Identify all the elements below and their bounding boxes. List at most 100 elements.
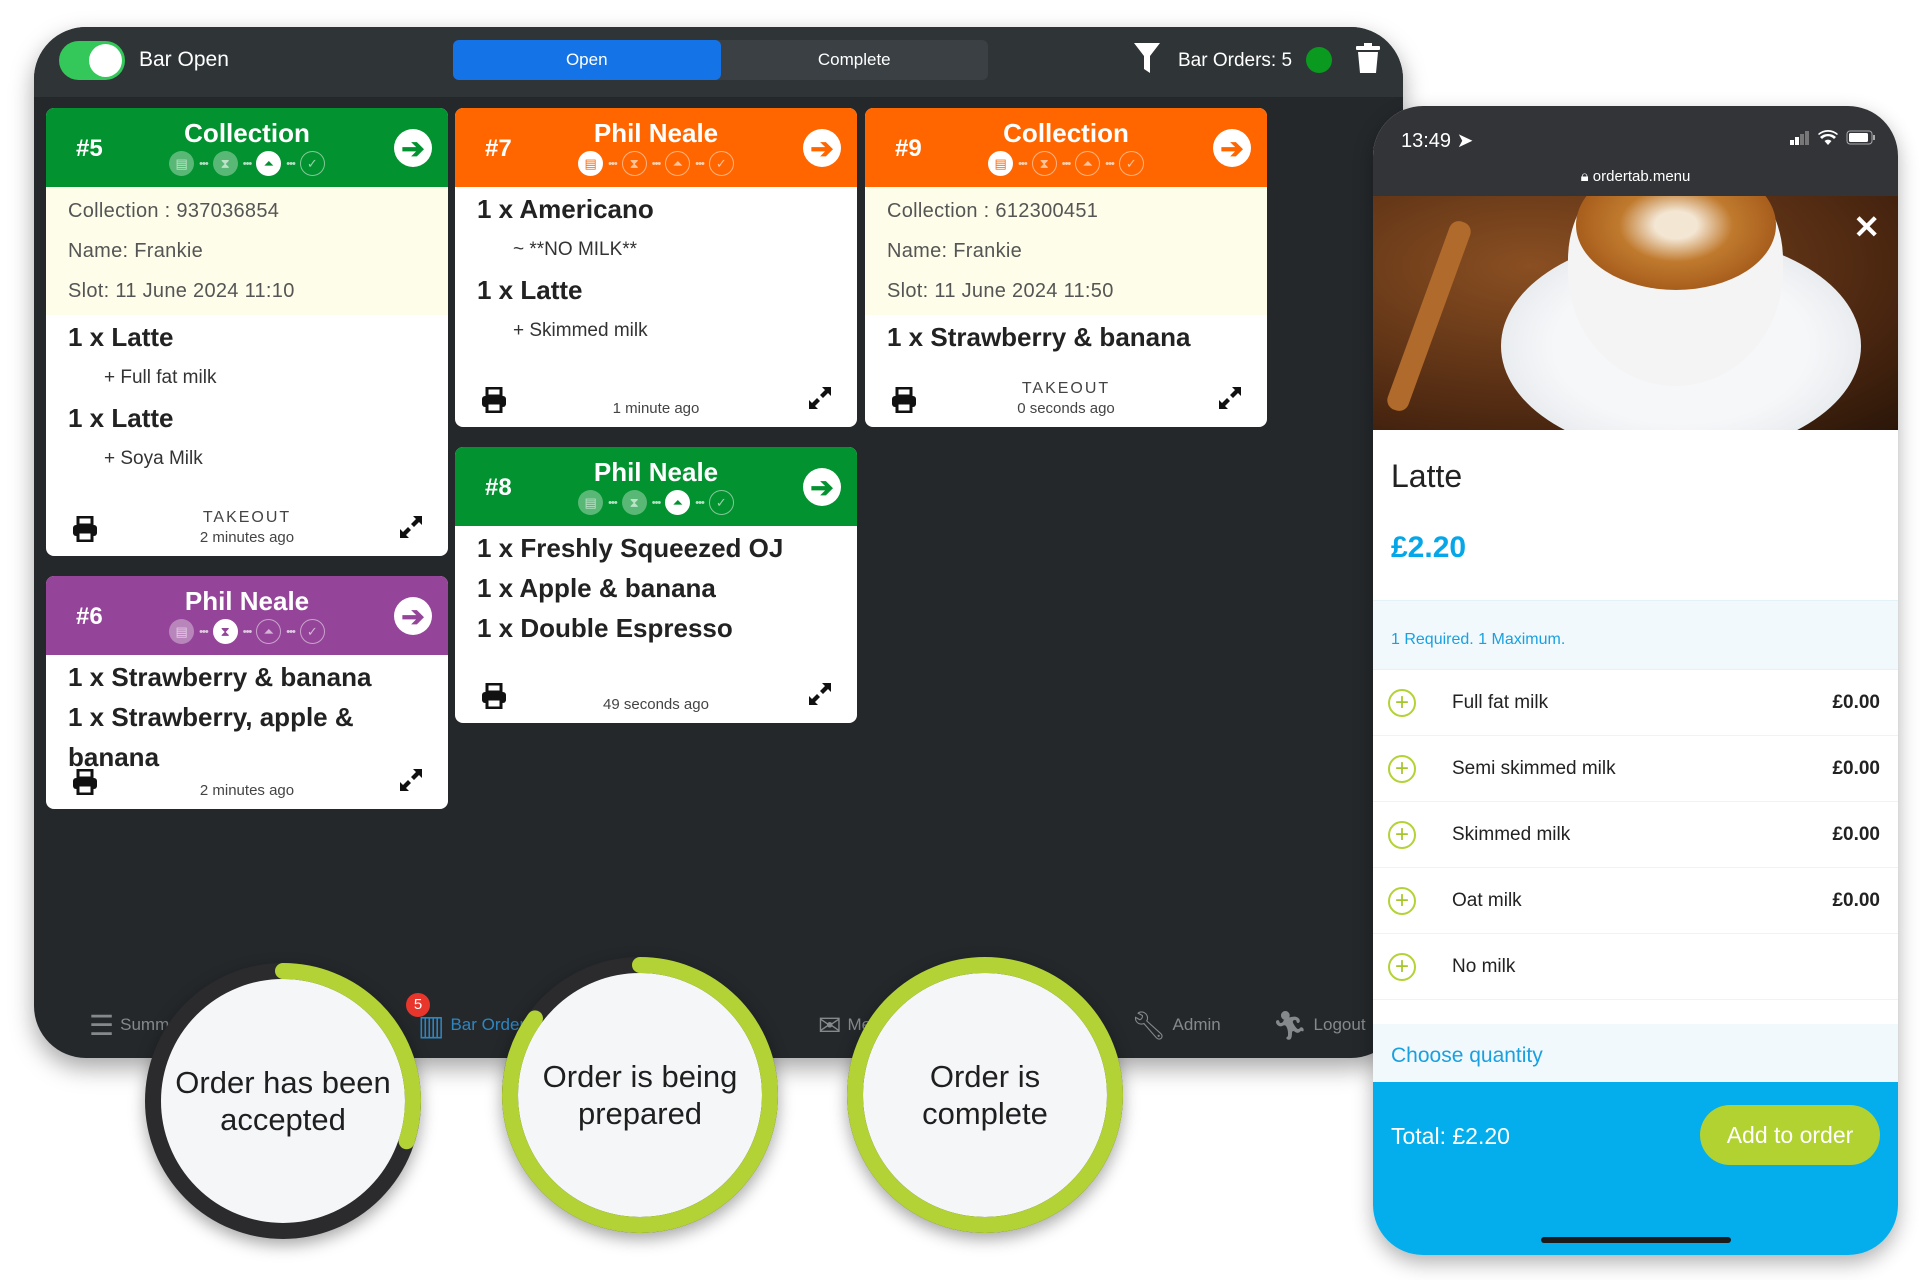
- option-price: £0.00: [1832, 691, 1880, 713]
- progress-steps: ▤ ••• ⧗ ••• ⏶ ••• ✓: [455, 490, 857, 515]
- order-items: 1 x Latte + Full fat milk 1 x Latte + Soya …: [46, 315, 448, 481]
- item-modifier: + Soya Milk: [104, 448, 203, 469]
- url-bar[interactable]: 🔒︎ ordertab.menu: [1373, 168, 1898, 185]
- plus-circle-icon[interactable]: +: [1388, 952, 1416, 981]
- check-icon: ✓: [708, 490, 734, 515]
- option-row[interactable]: + No milk: [1373, 934, 1898, 1000]
- battery-icon: [1846, 130, 1875, 145]
- product-title: Latte: [1391, 458, 1463, 494]
- status-icons: [1790, 130, 1876, 145]
- trash-icon[interactable]: [1356, 43, 1380, 73]
- collection-info: Collection : 937036854 Name: Frankie Slot:…: [46, 187, 448, 315]
- plus-circle-icon[interactable]: +: [1388, 688, 1416, 717]
- spoon-shape: [1384, 218, 1474, 414]
- info-line: Name: Frankie: [887, 240, 1023, 262]
- expand-icon[interactable]: [1217, 385, 1243, 411]
- info-line: Collection : 612300451: [887, 200, 1099, 222]
- nav-label: Admin: [1172, 1015, 1221, 1034]
- dots-separator: •••: [286, 157, 296, 170]
- choose-quantity-label: Choose quantity: [1373, 1024, 1898, 1082]
- progress-steps: ▤ ••• ⧗ ••• ⏶ ••• ✓: [865, 151, 1267, 176]
- option-requirement: 1 Required. 1 Maximum.: [1373, 600, 1898, 670]
- status-text: Order is complete: [922, 1059, 1048, 1131]
- order-items: 1 x Strawberry & banana: [865, 315, 1267, 359]
- check-icon: ✓: [1118, 151, 1144, 176]
- time-text: 13:49: [1401, 130, 1452, 152]
- tab-complete[interactable]: Complete: [721, 40, 989, 80]
- status-circle: Order is complete: [840, 950, 1130, 1240]
- close-icon[interactable]: ✕: [1853, 208, 1880, 246]
- bar-open-toggle[interactable]: [59, 41, 125, 80]
- nav-item-logout[interactable]: 🏃︎ Logout: [1272, 1005, 1366, 1045]
- dots-separator: •••: [1018, 157, 1028, 170]
- option-row[interactable]: + Semi skimmed milk £0.00: [1373, 736, 1898, 802]
- option-row[interactable]: + Full fat milk £0.00: [1373, 670, 1898, 736]
- url-text: ordertab.menu: [1592, 168, 1691, 185]
- receipt-icon: ▤: [169, 151, 195, 176]
- progress-steps: ▤ ••• ⧗ ••• ⏶ ••• ✓: [46, 151, 448, 176]
- dots-separator: •••: [1105, 157, 1115, 170]
- option-row[interactable]: + Oat milk £0.00: [1373, 868, 1898, 934]
- location-arrow-icon: ➤: [1456, 130, 1474, 152]
- info-line: Slot: 11 June 2024 11:50: [887, 280, 1114, 302]
- hourglass-icon: ⧗: [212, 619, 238, 644]
- top-bar: Bar Open Open Complete Bar Orders: 5: [34, 27, 1403, 97]
- receipt-icon: ▤: [169, 619, 195, 644]
- order-item: 1 x Strawberry & banana: [887, 322, 1191, 352]
- expand-icon[interactable]: [398, 514, 424, 540]
- arrow-right-icon[interactable]: ➔: [394, 129, 432, 167]
- order-title: Phil Neale: [184, 586, 310, 616]
- dots-separator: •••: [1061, 157, 1072, 170]
- order-type: TAKEOUT: [202, 509, 292, 526]
- card-footer: 49 seconds ago: [455, 663, 857, 723]
- running-person-icon: 🏃︎: [1272, 1009, 1308, 1041]
- bell-icon: ⏶: [665, 490, 691, 515]
- plus-circle-icon[interactable]: +: [1388, 886, 1416, 915]
- receipt-icon: ▤: [578, 490, 604, 515]
- option-price: £0.00: [1832, 757, 1880, 779]
- dots-separator: •••: [695, 157, 705, 170]
- arrow-right-icon[interactable]: ➔: [1213, 129, 1251, 167]
- expand-icon[interactable]: [807, 681, 833, 707]
- item-modifier: + Skimmed milk: [513, 320, 648, 341]
- info-line: Slot: 11 June 2024 11:10: [68, 280, 295, 302]
- arrow-right-icon[interactable]: ➔: [803, 129, 841, 167]
- check-icon: ✓: [299, 619, 325, 644]
- order-title: Collection: [1003, 118, 1129, 148]
- order-item: 1 x Strawberry & banana: [68, 662, 372, 692]
- bell-icon: ⏶: [665, 151, 691, 176]
- arrow-right-icon[interactable]: ➔: [394, 597, 432, 635]
- order-item: 1 x Double Espresso: [477, 613, 733, 643]
- expand-icon[interactable]: [807, 385, 833, 411]
- plus-circle-icon[interactable]: +: [1388, 820, 1416, 849]
- order-card: #5 Collection ▤ ••• ⧗ ••• ⏶ ••• ✓ ➔ Collection : 9…: [46, 108, 448, 556]
- hourglass-icon: ⧗: [621, 490, 647, 515]
- arrow-right-icon[interactable]: ➔: [803, 468, 841, 506]
- order-meta: 49 seconds ago: [455, 696, 857, 713]
- progress-steps: ▤ ••• ⧗ ••• ⏶ ••• ✓: [455, 151, 857, 176]
- option-name: Oat milk: [1452, 889, 1522, 911]
- order-time: 2 minutes ago: [199, 782, 295, 799]
- add-to-order-button[interactable]: Add to order: [1700, 1105, 1880, 1165]
- card-header: #5 Collection ▤ ••• ⧗ ••• ⏶ ••• ✓ ➔: [46, 108, 448, 187]
- tab-open[interactable]: Open: [453, 40, 721, 80]
- nav-item-admin[interactable]: 🔧︎ Admin: [1131, 1005, 1221, 1045]
- option-row[interactable]: + Skimmed milk £0.00: [1373, 802, 1898, 868]
- order-title: Collection: [184, 118, 310, 148]
- order-item: 1 x Latte: [477, 275, 583, 305]
- order-card: #6 Phil Neale ▤ ••• ⧗ ••• ⏶ ••• ✓ ➔ 1 x Strawberry…: [46, 576, 448, 809]
- dots-separator: •••: [608, 157, 618, 170]
- plus-circle-icon[interactable]: +: [1388, 754, 1416, 783]
- filter-icon[interactable]: [1134, 43, 1160, 73]
- order-items: 1 x Freshly Squeezed OJ 1 x Apple & banan…: [455, 526, 857, 650]
- info-line: Name: Frankie: [68, 240, 204, 262]
- order-items: 1 x Strawberry & banana 1 x Strawberry, a…: [46, 655, 448, 772]
- order-item: 1 x Strawberry, apple & banana: [68, 702, 354, 772]
- expand-icon[interactable]: [398, 767, 424, 793]
- dots-separator: •••: [695, 496, 705, 509]
- dots-separator: •••: [608, 496, 618, 509]
- option-price: £0.00: [1832, 823, 1880, 845]
- product-price: £2.20: [1391, 531, 1467, 564]
- card-footer: 2 minutes ago: [46, 749, 448, 809]
- order-title: Phil Neale: [593, 118, 719, 148]
